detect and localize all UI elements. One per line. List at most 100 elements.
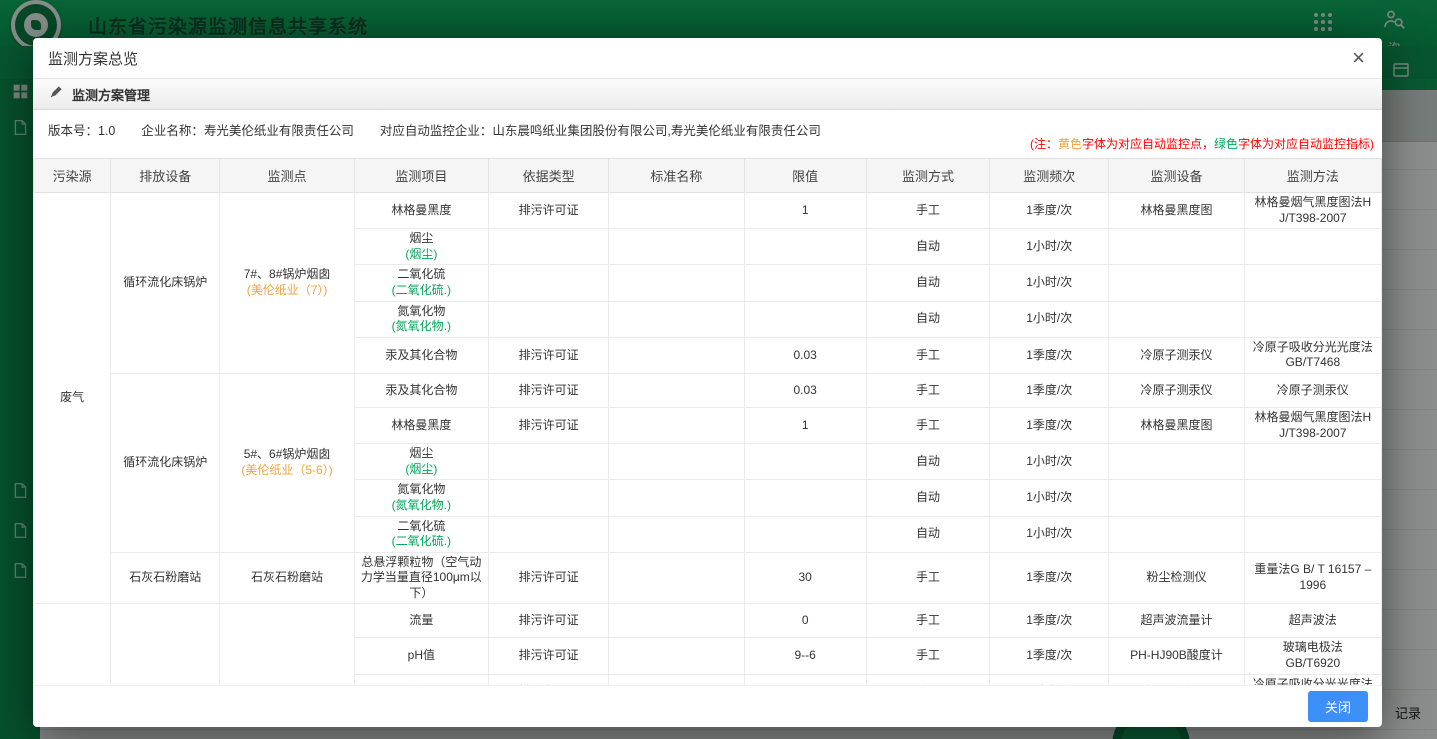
table-cell: [744, 516, 866, 552]
table-cell: [1244, 480, 1381, 516]
table-cell: 林格曼黑度图: [1109, 407, 1244, 443]
table-cell: [1109, 480, 1244, 516]
table-cell: 排污许可证: [488, 638, 608, 674]
note-segment: 绿色: [1214, 137, 1238, 151]
table-cell: [609, 265, 744, 301]
table-cell: [744, 444, 866, 480]
plan-info: 版本号：1.0企业名称：寿光美伦纸业有限责任公司对应自动监控企业：山东晨鸣纸业集…: [48, 120, 847, 139]
company-label: 企业名称：寿光美伦纸业有限责任公司: [141, 124, 354, 138]
table-cell: 重量法G B/ T 16157 – 1996: [1244, 552, 1381, 604]
table-cell: 1小时/次: [990, 516, 1109, 552]
column-header: 监测项目: [354, 159, 488, 193]
table-cell: 手工: [866, 604, 989, 638]
table-cell: 1小时/次: [990, 229, 1109, 265]
cell-line: (氮氧化物.): [361, 319, 482, 335]
note-segment: 字体为对应自动监控点，: [1082, 137, 1214, 151]
table-cell: [609, 229, 744, 265]
plan-table-container: 污染源排放设备监测点监测项目依据类型标准名称限值监测方式监测频次监测设备监测方法…: [33, 158, 1382, 685]
table-cell: 1: [744, 193, 866, 229]
table-cell: 1小时/次: [990, 301, 1109, 337]
column-header: 排放设备: [111, 159, 220, 193]
column-header: 污染源: [34, 159, 111, 193]
table-cell: 流量: [354, 604, 488, 638]
cell-line: (美伦纸业（7）): [226, 283, 347, 299]
table-cell: 烟尘(烟尘): [354, 444, 488, 480]
table-cell: 玻璃电极法GB/T6920: [1244, 638, 1381, 674]
table-cell: [488, 516, 608, 552]
table-cell: 自动: [866, 301, 989, 337]
table-cell: [488, 229, 608, 265]
table-cell: [609, 480, 744, 516]
table-row: 废气循环流化床锅炉7#、8#锅炉烟囱(美伦纸业（7）)林格曼黑度排污许可证1手工…: [34, 193, 1382, 229]
table-cell: 手工: [866, 337, 989, 373]
table-cell: 汞及其化合物: [354, 373, 488, 407]
cell-line: 二氧化硫: [361, 267, 482, 283]
auto-monitor-note: (注：黄色字体为对应自动监控点，绿色字体为对应自动监控指标): [1030, 135, 1374, 152]
table-cell: 石灰石粉磨站: [111, 552, 220, 604]
column-header: 监测点: [220, 159, 354, 193]
cell-line: GB/T6920: [1251, 656, 1375, 672]
table-cell: [488, 265, 608, 301]
close-icon[interactable]: ×: [1350, 47, 1367, 69]
column-header: 依据类型: [488, 159, 608, 193]
cell-line: 5#、6#锅炉烟囱: [226, 447, 347, 463]
cell-line: 二氧化硫: [361, 519, 482, 535]
table-cell: 冷原子吸收分光光度法GB/T7468: [1244, 337, 1381, 373]
close-button[interactable]: 关闭: [1308, 691, 1368, 722]
column-header: 监测方法: [1244, 159, 1381, 193]
table-cell: 自动: [866, 516, 989, 552]
table-cell: 1季度/次: [990, 638, 1109, 674]
table-cell: [1109, 444, 1244, 480]
table-cell: 1季度/次: [990, 337, 1109, 373]
table-cell: 0.03: [744, 337, 866, 373]
table-cell: 排污许可证: [488, 604, 608, 638]
table-cell: 排污许可证: [488, 674, 608, 685]
table-cell: 林格曼黑度: [354, 193, 488, 229]
table-cell: 冷原子测汞仪: [1109, 674, 1244, 685]
table-cell: [609, 604, 744, 638]
table-cell: 循环流化床锅炉: [111, 193, 220, 374]
table-cell: 烟尘(烟尘): [354, 229, 488, 265]
table-cell: [1244, 229, 1381, 265]
table-cell: [609, 373, 744, 407]
table-cell: 9--6: [744, 638, 866, 674]
table-cell: 二氧化硫(二氧化硫.): [354, 516, 488, 552]
table-cell: 二氧化硫(二氧化硫.): [354, 265, 488, 301]
table-cell: 0: [744, 604, 866, 638]
table-cell: [609, 638, 744, 674]
table-cell: [1109, 516, 1244, 552]
table-cell: 自动: [866, 444, 989, 480]
note-segment: 字体为对应自动监控指标): [1238, 137, 1374, 151]
cell-line: (二氧化硫.): [361, 283, 482, 299]
monitoring-plan-table: 污染源排放设备监测点监测项目依据类型标准名称限值监测方式监测频次监测设备监测方法…: [33, 158, 1382, 685]
table-cell: 超声波流量计: [1109, 604, 1244, 638]
table-cell: 0.03: [744, 373, 866, 407]
table-cell: 排污许可证: [488, 407, 608, 443]
table-cell: [609, 552, 744, 604]
table-cell: [609, 674, 744, 685]
table-cell: 冷原子吸收分光光度法GB/T7468: [1244, 674, 1381, 685]
table-cell: [744, 265, 866, 301]
cell-line: (氮氧化物.): [361, 498, 482, 514]
table-cell: 1季度/次: [990, 552, 1109, 604]
table-cell: 1季度/次: [990, 674, 1109, 685]
table-cell: 总悬浮颗粒物（空气动力学当量直径100μm以下）: [354, 552, 488, 604]
column-header: 监测方式: [866, 159, 989, 193]
column-header: 监测设备: [1109, 159, 1244, 193]
table-row: 循环流化床锅炉5#、6#锅炉烟囱(美伦纸业（5-6）)汞及其化合物排污许可证0.…: [34, 373, 1382, 407]
table-cell: 手工: [866, 407, 989, 443]
table-cell: 氮氧化物(氮氧化物.): [354, 480, 488, 516]
table-cell: [1109, 301, 1244, 337]
table-cell: 自动: [866, 229, 989, 265]
table-cell: [1244, 301, 1381, 337]
cell-line: 玻璃电极法: [1251, 640, 1375, 656]
table-cell: 氮氧化物(氮氧化物.): [354, 301, 488, 337]
table-cell: [609, 407, 744, 443]
cell-line: (烟尘): [361, 462, 482, 478]
column-header: 限值: [744, 159, 866, 193]
table-cell: 1小时/次: [990, 444, 1109, 480]
table-cell: [1109, 229, 1244, 265]
cell-line: 氮氧化物: [361, 304, 482, 320]
table-cell: 1季度/次: [990, 604, 1109, 638]
table-cell: 超声波法: [1244, 604, 1381, 638]
